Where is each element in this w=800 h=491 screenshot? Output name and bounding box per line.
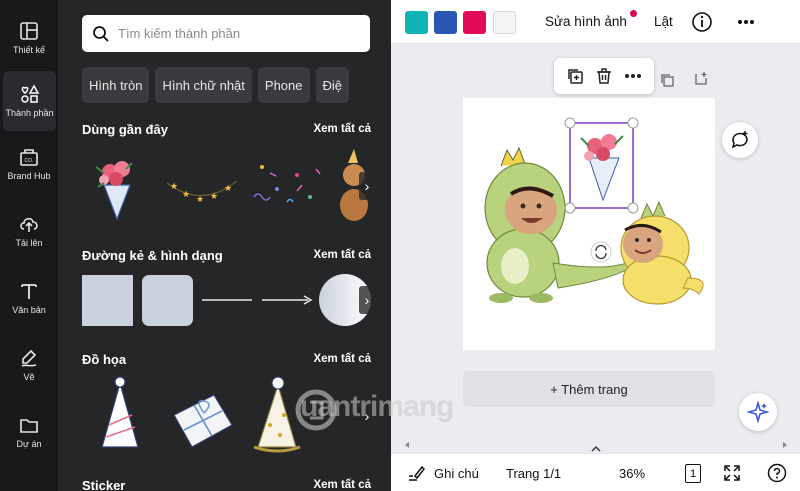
left-rail: Thiết kế Thành phần CO. Brand Hub Tải lê… [0,0,58,491]
rail-label: Dự án [16,439,42,449]
add-page-icon[interactable] [693,70,709,86]
rail-item-elements[interactable]: Thành phần [3,71,56,131]
rail-item-brand-hub[interactable]: CO. Brand Hub [0,134,58,194]
edit-image-button[interactable]: Sửa hình ảnh [545,14,627,29]
watermark-text: uantrimang [300,390,454,423]
chip-more[interactable]: Điệ [315,67,350,103]
add-page-button[interactable]: + Thêm trang [463,371,715,407]
editor-bottom-bar: Ghi chú Trang 1/1 36% 1 [391,453,800,491]
color-swatch-pink[interactable] [463,11,486,34]
gift-box-thumbnail[interactable] [173,394,233,448]
info-icon[interactable] [691,11,713,33]
notes-button[interactable]: Ghi chú [434,466,479,481]
arrow-line-thumbnail[interactable] [262,295,313,305]
rail-label: Văn bản [12,305,46,315]
zoom-level[interactable]: 36% [619,466,645,481]
comment-button[interactable] [722,122,758,158]
svg-text:★: ★ [224,183,232,193]
svg-text:★: ★ [196,194,204,204]
brand-hub-icon: CO. [20,149,38,166]
layout-icon [20,22,38,40]
see-all-lines-shapes[interactable]: Xem tất cả [313,249,371,261]
search-input[interactable] [118,26,358,41]
element-more-icon[interactable] [624,73,642,79]
chip-rectangle[interactable]: Hình chữ nhật [155,67,252,103]
svg-text:★: ★ [182,189,190,199]
sparkle-icon [747,401,769,423]
page-indicator[interactable]: Trang 1/1 [506,466,561,481]
editor-toolbar: Sửa hình ảnh Lật [391,0,800,44]
search-box[interactable] [82,15,370,52]
add-comment-icon [731,131,748,149]
rail-label: Thiết kế [12,45,45,55]
selected-bouquet-element[interactable] [564,117,639,214]
notes-icon [409,465,425,481]
rotate-handle[interactable] [590,241,612,263]
green-dino-image[interactable] [484,146,639,303]
rail-item-projects[interactable]: Dự án [0,402,58,462]
color-swatch-blue[interactable] [434,11,457,34]
yellow-dino-image[interactable] [620,200,704,305]
color-swatch-teal[interactable] [405,11,428,34]
magic-button[interactable] [739,393,777,431]
section-title-sticker: Sticker [82,478,126,491]
help-icon[interactable] [767,463,787,483]
search-icon [93,25,109,42]
fullscreen-icon[interactable] [723,464,741,482]
see-all-graphics[interactable]: Xem tất cả [313,353,371,365]
recent-row: ★ ★ ★ ★ ★ [82,147,372,227]
shapes-icon [20,84,39,103]
rail-label: Thành phần [5,108,54,118]
text-icon [21,284,37,299]
rail-item-text[interactable]: Văn bản [0,268,58,328]
notification-dot [630,10,637,17]
element-floating-toolbar [554,58,654,94]
bouquet-thumbnail[interactable] [95,161,133,221]
confetti-thumbnail[interactable] [253,165,321,203]
more-options-icon[interactable] [737,19,755,25]
page-count-button[interactable]: 1 [685,464,701,483]
see-all-recent[interactable]: Xem tất cả [313,123,371,135]
see-all-sticker[interactable]: Xem tất cả [313,479,371,491]
recent-next-button[interactable]: › [359,172,375,200]
rail-label: Vẽ [23,372,35,382]
rail-label: Tải lên [15,238,43,248]
rail-item-design[interactable]: Thiết kế [0,8,58,68]
folder-icon [20,419,38,433]
lines-shapes-row [82,273,372,353]
flip-button[interactable]: Lật [654,14,673,29]
filter-chips: Hình tròn Hình chữ nhật Phone Điệ [82,67,378,103]
svg-text:CO.: CO. [25,158,34,164]
chevron-up-icon[interactable] [591,446,601,452]
chip-circle[interactable]: Hình tròn [82,67,150,103]
color-swatch-white[interactable] [493,11,516,34]
rounded-square-shape-thumbnail[interactable] [142,275,193,326]
section-title-recent: Dùng gần đây [82,122,168,137]
section-title-lines-shapes: Đường kẻ & hình dạng [82,248,223,263]
copy-page-icon[interactable] [659,72,675,88]
svg-text:★: ★ [210,191,218,201]
party-hat-thumbnail[interactable] [101,376,139,448]
square-shape-thumbnail[interactable] [82,275,133,326]
chip-phone[interactable]: Phone [257,67,310,103]
svg-text:★: ★ [170,181,178,191]
rail-item-draw[interactable]: Vẽ [0,335,58,395]
shapes-next-button[interactable]: › [359,286,375,314]
rail-label: Brand Hub [7,171,51,181]
section-title-graphics: Đồ họa [82,352,127,367]
garland-thumbnail[interactable]: ★ ★ ★ ★ ★ [166,180,238,204]
upload-icon [20,217,38,232]
rail-item-uploads[interactable]: Tải lên [0,201,58,261]
design-page[interactable] [463,98,715,350]
trash-icon[interactable] [595,67,613,85]
draw-icon [21,349,37,367]
duplicate-icon[interactable] [566,67,584,85]
